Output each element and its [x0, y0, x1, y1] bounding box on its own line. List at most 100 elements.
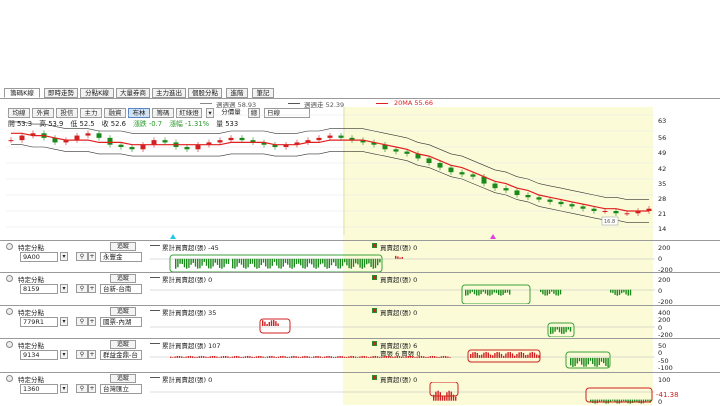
branch-code-input[interactable]: 779R1: [20, 317, 58, 327]
panel-ytick: 200: [658, 276, 671, 284]
flow-bar: [330, 356, 332, 358]
highlight-box: [461, 284, 531, 304]
tab-notes[interactable]: 筆記: [252, 88, 274, 98]
flow-bar: [587, 357, 589, 365]
search-icon[interactable]: ⚲: [76, 317, 88, 326]
flow-bar: [194, 258, 197, 267]
flow-bar: [506, 289, 509, 293]
candle: [184, 147, 190, 150]
flow-bar: [390, 356, 392, 358]
branch-code-input[interactable]: 9A00: [20, 252, 58, 262]
flow-bar: [291, 258, 293, 269]
candle: [107, 137, 113, 145]
flow-bar: [277, 323, 279, 326]
flow-bar: [601, 399, 603, 402]
tab-realtime[interactable]: 即時走勢: [44, 88, 78, 98]
flow-bar: [265, 258, 267, 267]
branch-code-input[interactable]: 1360: [20, 384, 58, 394]
tab-stock-branch[interactable]: 個股分點: [188, 88, 222, 98]
add-icon[interactable]: +: [88, 384, 96, 393]
flow-bar: [223, 258, 225, 268]
tab-main-force[interactable]: 主力進出: [152, 88, 186, 98]
flow-bar: [260, 258, 262, 266]
flow-bar: [240, 258, 243, 265]
legend-20ma: 20MA 55.66: [394, 99, 433, 107]
flow-bar: [315, 355, 317, 358]
chevron-down-icon[interactable]: ▾: [60, 350, 68, 359]
flow-bar: [188, 258, 190, 268]
chevron-down-icon[interactable]: ▾: [60, 284, 68, 293]
flow-bar: [603, 357, 605, 364]
search-icon[interactable]: ⚲: [76, 284, 88, 293]
radio-icon[interactable]: [6, 341, 13, 348]
flow-bar: [346, 357, 348, 358]
add-icon[interactable]: +: [88, 252, 96, 261]
flow-bar: [205, 356, 207, 358]
flow-bar: [498, 352, 500, 358]
candle: [129, 147, 135, 150]
track-button[interactable]: 追蹤: [110, 274, 136, 283]
track-button[interactable]: 追蹤: [110, 242, 136, 251]
flow-bar: [216, 258, 219, 265]
flow-bar: [174, 356, 176, 358]
add-icon[interactable]: +: [88, 317, 96, 326]
marker-up-icon: [170, 234, 176, 239]
flow-bar: [264, 321, 266, 326]
candle: [74, 135, 80, 141]
series-line: [11, 132, 649, 212]
candle: [459, 172, 465, 175]
search-icon[interactable]: ⚲: [76, 350, 88, 359]
flow-bar: [337, 356, 339, 358]
flow-bar: [341, 258, 344, 267]
track-button[interactable]: 追蹤: [110, 340, 136, 349]
radio-icon[interactable]: [6, 375, 13, 382]
candle: [426, 158, 432, 163]
tab-branch-kline[interactable]: 分點K線: [80, 88, 114, 98]
branch-code-input[interactable]: 8159: [20, 284, 58, 294]
radio-icon[interactable]: [6, 275, 13, 282]
flow-bar: [297, 356, 299, 358]
tab-large-broker[interactable]: 大量券商: [116, 88, 150, 98]
flow-bar: [344, 258, 346, 263]
flow-bar: [392, 357, 394, 358]
flow-bar: [590, 399, 592, 402]
flow-bar: [321, 357, 324, 358]
flow-bar: [186, 258, 188, 269]
candle: [239, 137, 245, 141]
branch-code-input[interactable]: 9134: [20, 350, 58, 360]
search-icon[interactable]: ⚲: [76, 384, 88, 393]
flow-bar: [423, 356, 425, 358]
flow-bar: [625, 289, 627, 295]
track-button[interactable]: 追蹤: [110, 307, 136, 316]
flow-bar: [478, 289, 480, 296]
flow-bar: [207, 357, 209, 358]
flow-bar: [623, 399, 625, 402]
add-icon[interactable]: +: [88, 284, 96, 293]
flow-bar: [291, 356, 293, 358]
radio-icon[interactable]: [6, 243, 13, 250]
flow-bar: [251, 356, 253, 358]
chevron-down-icon[interactable]: ▾: [60, 384, 68, 393]
candle: [8, 140, 14, 142]
flow-bar: [365, 356, 368, 358]
flow-bar: [203, 356, 205, 358]
flow-bar: [531, 351, 533, 358]
radio-icon[interactable]: [6, 308, 13, 315]
search-icon[interactable]: ⚲: [76, 252, 88, 261]
add-icon[interactable]: +: [88, 350, 96, 359]
flow-bar: [476, 352, 478, 358]
flow-bar: [470, 354, 472, 358]
chevron-down-icon[interactable]: ▾: [60, 252, 68, 261]
flow-bar: [352, 258, 355, 267]
track-button[interactable]: 追蹤: [110, 374, 136, 383]
chevron-down-icon[interactable]: ▾: [60, 317, 68, 326]
tab-advanced[interactable]: 進階: [226, 88, 248, 98]
flow-bar: [306, 258, 308, 267]
candle: [19, 135, 25, 141]
flow-bar: [491, 289, 493, 295]
flow-bar: [181, 356, 183, 358]
tab-chip-kline[interactable]: 籌碼K線: [4, 88, 40, 98]
highlight-box: [429, 382, 459, 397]
flow-bar: [412, 356, 414, 358]
flow-bar: [368, 258, 370, 264]
